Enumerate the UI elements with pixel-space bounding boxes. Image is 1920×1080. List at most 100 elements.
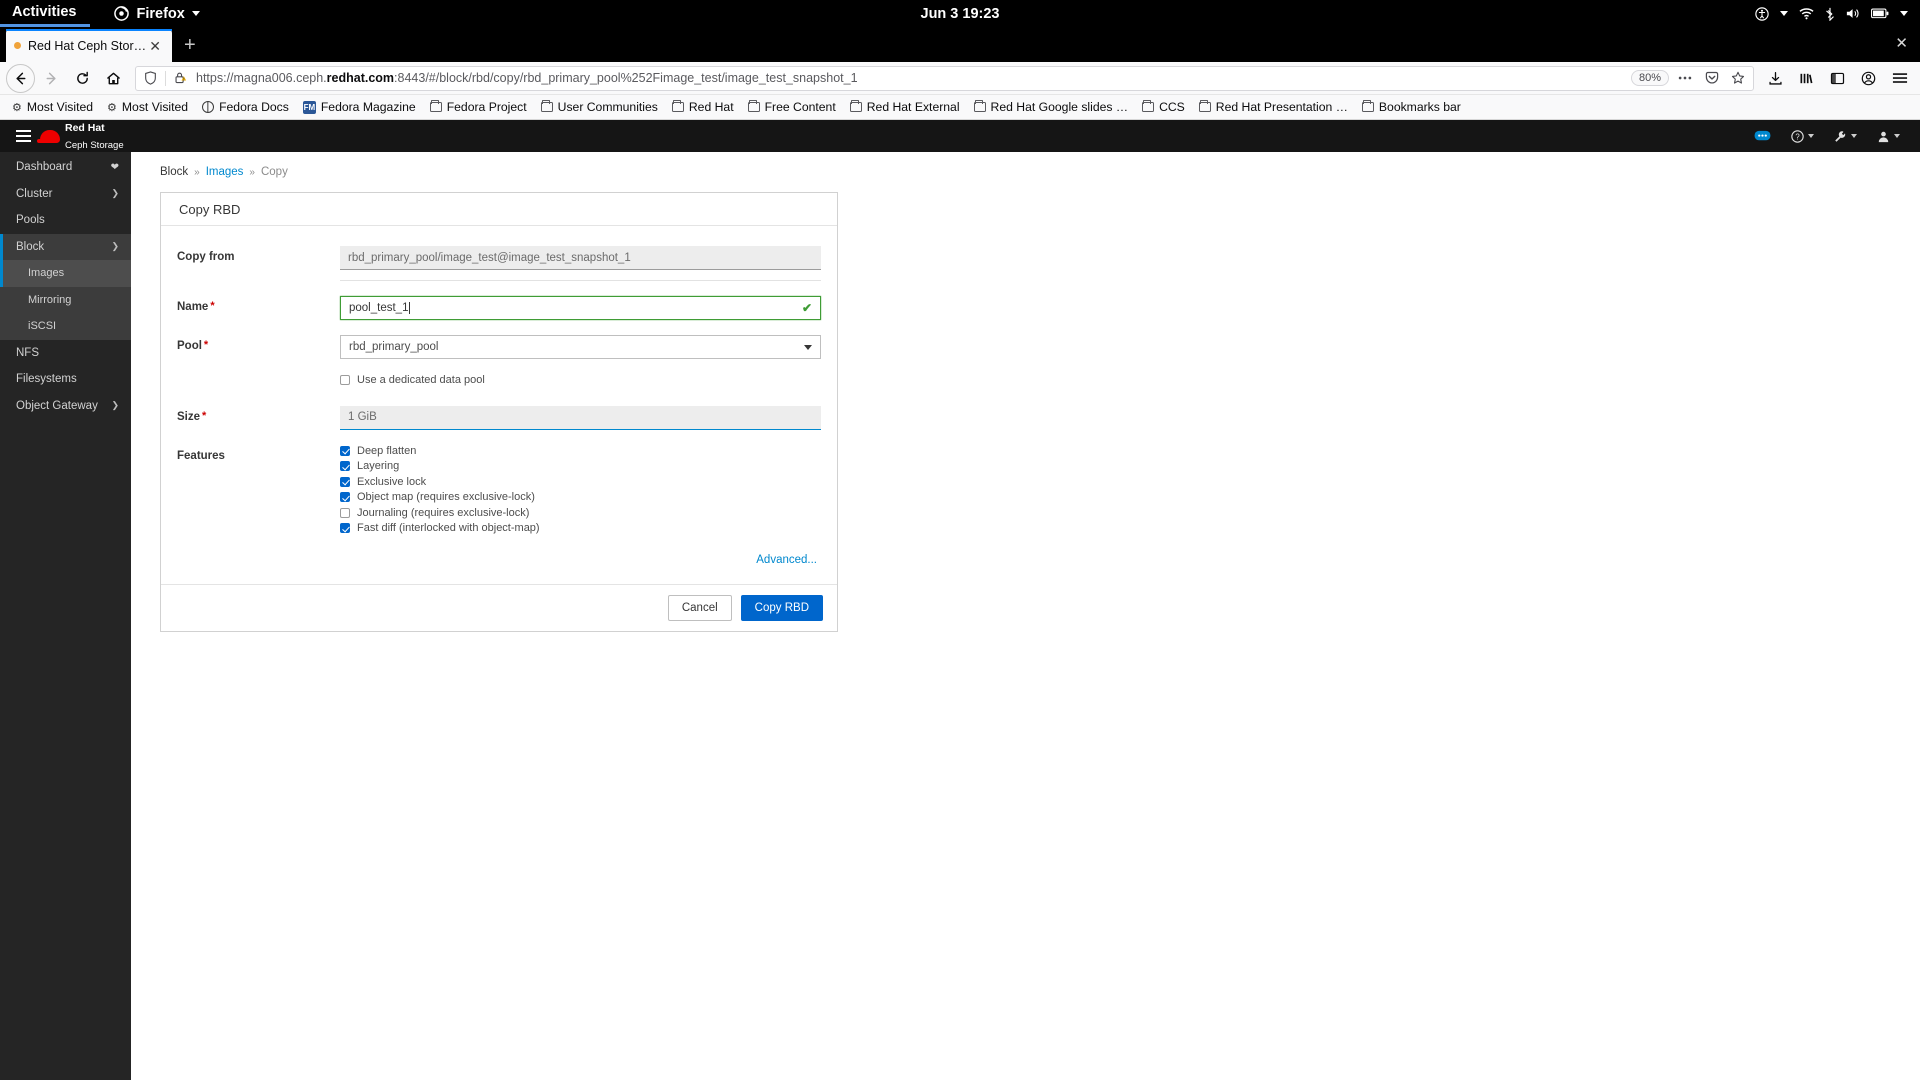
library-button[interactable]: [1792, 64, 1821, 93]
size-input[interactable]: 1 GiB: [340, 405, 821, 430]
cancel-button[interactable]: Cancel: [667, 594, 732, 621]
forward-button[interactable]: [37, 64, 66, 93]
home-button[interactable]: [99, 64, 128, 93]
sidebar-item-pools[interactable]: Pools: [0, 207, 131, 234]
dedicated-pool-checkbox[interactable]: [340, 375, 350, 385]
feature-row-fast-diff[interactable]: Fast diff (interlocked with object-map): [340, 522, 821, 534]
bookmark-item[interactable]: Bookmarks bar: [1356, 98, 1467, 116]
window-close-button[interactable]: ✕: [1895, 36, 1908, 51]
browser-nav-bar: https://magna006.ceph.redhat.com:8443/#/…: [0, 62, 1920, 95]
sidebar-item-label: iSCSI: [28, 320, 57, 333]
back-button[interactable]: [6, 63, 35, 93]
pool-select[interactable]: rbd_primary_pool: [340, 335, 821, 359]
sidebar-item-label: Filesystems: [16, 373, 77, 386]
bookmark-star-icon[interactable]: [1727, 71, 1749, 85]
page-actions-icon[interactable]: [1673, 71, 1697, 85]
bookmark-label: Red Hat External: [866, 100, 960, 114]
red-hat-icon: [37, 129, 60, 143]
ceph-top-bar: Red Hat Ceph Storage ?: [0, 120, 1920, 152]
breadcrumb-link-images[interactable]: Images: [206, 166, 244, 178]
user-icon[interactable]: [1877, 130, 1900, 143]
tasks-icon[interactable]: [1754, 130, 1771, 143]
url-bar[interactable]: https://magna006.ceph.redhat.com:8443/#/…: [135, 65, 1754, 91]
folder-icon: [1361, 100, 1374, 112]
feature-row-layering[interactable]: Layering: [340, 460, 821, 472]
sidebar-item-iscsi[interactable]: iSCSI: [0, 313, 131, 340]
feature-row-exclusive-lock[interactable]: Exclusive lock: [340, 476, 821, 488]
copy-rbd-submit-button[interactable]: Copy RBD: [740, 594, 823, 621]
feature-checkbox-fast-diff[interactable]: [340, 523, 350, 533]
breadcrumb-current: Copy: [260, 166, 288, 178]
advanced-link[interactable]: Advanced...: [177, 554, 821, 566]
gear-icon: ⚙: [107, 101, 117, 114]
new-tab-button[interactable]: +: [172, 29, 208, 62]
insecure-lock-icon[interactable]: [170, 71, 192, 85]
gnome-clock[interactable]: Jun 3 19:23: [921, 6, 1000, 22]
browser-tab[interactable]: Red Hat Ceph Storage ✕: [6, 29, 172, 62]
bookmark-item[interactable]: CCS: [1136, 98, 1191, 116]
save-to-pocket-button[interactable]: [1761, 64, 1790, 93]
bookmark-item[interactable]: Red Hat: [666, 98, 740, 116]
bookmark-item[interactable]: Red Hat Presentation …: [1193, 98, 1354, 116]
reload-button[interactable]: [68, 64, 97, 93]
feature-row-journaling[interactable]: Journaling (requires exclusive-lock): [340, 507, 821, 519]
tracking-protection-shield-icon[interactable]: [140, 71, 161, 85]
ceph-logo[interactable]: Red Hat Ceph Storage: [37, 119, 124, 153]
pool-select-value: rbd_primary_pool: [349, 341, 439, 353]
sidebar-toggle-button[interactable]: [1823, 64, 1852, 93]
url-prefix: https://magna006.ceph.: [196, 71, 327, 85]
ceph-brand-zone: Red Hat Ceph Storage: [0, 120, 131, 152]
bookmark-item[interactable]: Fedora Docs: [196, 98, 295, 116]
bookmark-item[interactable]: Red Hat External: [844, 98, 966, 116]
bookmark-item[interactable]: FM Fedora Magazine: [297, 98, 422, 116]
form-row-name: Name * pool_test_1 ✔: [177, 296, 821, 320]
gnome-status-area[interactable]: [1755, 6, 1920, 21]
user-icon: [1861, 71, 1876, 85]
tools-icon[interactable]: [1834, 130, 1857, 143]
sidebar-item-object-gateway[interactable]: Object Gateway ❯: [0, 393, 131, 420]
feature-checkbox-layering[interactable]: [340, 461, 350, 471]
activities-button[interactable]: Activities: [0, 0, 91, 27]
bookmark-item[interactable]: Free Content: [742, 98, 842, 116]
sidebar-item-dashboard[interactable]: Dashboard ❤: [0, 154, 131, 181]
account-button[interactable]: [1854, 64, 1883, 93]
sidebar-item-images[interactable]: Images: [0, 260, 131, 287]
bookmark-item[interactable]: User Communities: [535, 98, 664, 116]
sidebar-item-filesystems[interactable]: Filesystems: [0, 366, 131, 393]
library-icon: [1800, 73, 1813, 83]
sidebar-item-cluster[interactable]: Cluster ❯: [0, 181, 131, 208]
pocket-icon[interactable]: [1701, 71, 1723, 85]
bookmark-item[interactable]: ⚙ Most Visited: [101, 98, 194, 116]
feature-label: Object map (requires exclusive-lock): [357, 491, 535, 503]
sidebar-item-label: Cluster: [16, 187, 53, 200]
feature-row-deep-flatten[interactable]: Deep flatten: [340, 445, 821, 457]
sidebar-item-nfs[interactable]: NFS: [0, 340, 131, 367]
help-icon[interactable]: ?: [1791, 129, 1814, 143]
chevron-down-icon: [1851, 134, 1857, 138]
dedicated-pool-checkbox-row[interactable]: Use a dedicated data pool: [340, 374, 485, 386]
card-footer: Cancel Copy RBD: [161, 583, 837, 631]
feature-checkbox-exclusive-lock[interactable]: [340, 476, 350, 487]
app-menu-button[interactable]: [1885, 64, 1914, 93]
folder-icon: [1198, 100, 1211, 112]
url-text[interactable]: https://magna006.ceph.redhat.com:8443/#/…: [196, 71, 1627, 85]
nav-toggle-icon[interactable]: [16, 130, 31, 142]
bookmark-label: Red Hat Google slides …: [990, 100, 1129, 114]
feature-row-object-map[interactable]: Object map (requires exclusive-lock): [340, 491, 821, 503]
sidebar-item-block[interactable]: Block ❯: [0, 233, 131, 260]
home-icon: [107, 72, 120, 84]
bookmark-item[interactable]: Fedora Project: [424, 98, 533, 116]
sidebar-item-label: Mirroring: [28, 293, 72, 306]
name-input[interactable]: pool_test_1 ✔: [340, 296, 821, 320]
feature-checkbox-journaling[interactable]: [340, 507, 350, 518]
feature-checkbox-object-map[interactable]: [340, 492, 350, 502]
close-icon[interactable]: ✕: [146, 39, 164, 53]
bookmark-item[interactable]: ⚙ Most Visited: [6, 98, 99, 116]
bookmark-label: Most Visited: [121, 100, 189, 114]
zoom-level-badge[interactable]: 80%: [1630, 70, 1669, 86]
url-divider: [165, 70, 166, 86]
bookmark-item[interactable]: Red Hat Google slides …: [968, 98, 1135, 116]
firefox-app-menu[interactable]: Firefox: [104, 0, 209, 27]
feature-checkbox-deep-flatten[interactable]: [340, 445, 350, 456]
sidebar-item-mirroring[interactable]: Mirroring: [0, 287, 131, 314]
